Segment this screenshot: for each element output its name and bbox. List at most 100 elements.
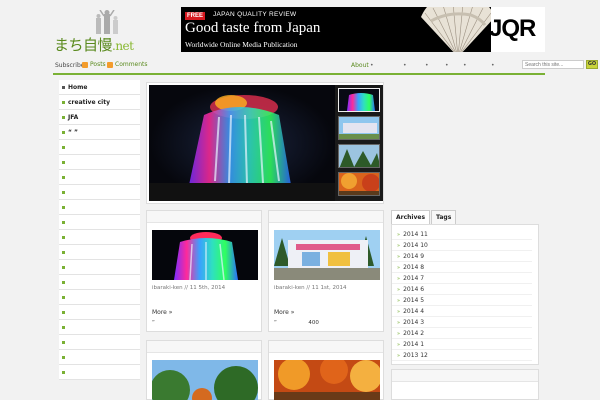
featured-main-image[interactable] [149,85,335,201]
featured-thumb[interactable] [338,116,380,140]
bullet-icon: » [397,243,401,249]
sidebar-item[interactable] [59,365,140,380]
archive-label: 2014 4 [403,308,425,315]
bullet-icon [62,236,65,239]
ad-banner[interactable]: FREE JAPAN QUALITY REVIEW Good taste fro… [181,7,545,52]
bullet-icon [62,371,65,374]
bullet-icon: » [397,320,401,326]
bullet-icon: » [397,342,401,348]
bullet-icon [62,296,65,299]
nav-item[interactable]: • [370,62,374,69]
logo-figures-icon [96,10,118,34]
tab-archives[interactable]: Archives [391,210,431,224]
archive-label: 2013 12 [403,352,428,359]
sidebar-item[interactable] [59,275,140,290]
sidebar-item[interactable]: JFA [59,110,140,125]
sidebar-widget [391,369,539,400]
sidebar-item[interactable] [59,230,140,245]
site-logo[interactable]: まち自慢.net [54,10,150,54]
sidebar-item[interactable] [59,320,140,335]
featured-thumb[interactable] [338,144,380,168]
ad-free-badge: FREE [185,12,206,20]
posts-feed-link[interactable]: Posts [82,61,106,68]
sidebar-item[interactable] [59,335,140,350]
archive-link[interactable]: » 2014 2 [392,328,532,339]
archive-link[interactable]: » 2014 11 [392,229,532,240]
sidebar-item-label: JFA [68,114,79,121]
post-card: ibaraki-ken // 11 5th, 2014 More » “ [146,210,262,332]
archive-link[interactable]: » 2014 5 [392,295,532,306]
bullet-icon: » [397,232,401,238]
archive-label: 2014 3 [403,319,425,326]
featured-thumb[interactable] [338,172,380,196]
featured-thumb[interactable] [338,88,380,112]
sidebar-item[interactable] [59,260,140,275]
tab-tags[interactable]: Tags [431,210,457,224]
logo-text: まち自慢 [54,36,113,54]
sidebar-item-label: Home [68,84,88,91]
post-thumbnail[interactable] [152,230,258,280]
sidebar-item[interactable] [59,200,140,215]
bullet-icon [62,341,65,344]
sidebar-item[interactable]: Home [59,80,140,95]
archive-link[interactable]: » 2014 6 [392,284,532,295]
comments-feed-link[interactable]: Comments [107,61,148,68]
rss-icon [107,61,113,68]
sidebar-item[interactable] [59,215,140,230]
nav-item[interactable]: • [445,62,449,69]
sidebar-item[interactable] [59,305,140,320]
nav-item[interactable]: • [463,62,467,69]
search-input[interactable] [522,60,584,69]
site-header: まち自慢.net FREE JAPAN QUALITY REVIEW Good … [0,0,600,58]
bullet-icon: » [397,254,401,260]
post-thumbnail[interactable] [274,230,380,280]
nav-item[interactable]: • [491,62,495,69]
search-go-button[interactable]: GO [586,60,598,69]
sidebar-item[interactable] [59,290,140,305]
bullet-icon [62,356,65,359]
post-meta: ibaraki-ken // 11 1st, 2014 [274,285,347,291]
ad-tagline: Worldwide Online Media Publication [185,40,298,49]
sidebar-item[interactable] [59,140,140,155]
archive-link[interactable]: » 2014 4 [392,306,532,317]
bullet-icon [62,206,65,209]
nav-about-link[interactable]: About [351,62,369,69]
post-thumbnail[interactable] [274,360,380,400]
folding-fan-icon [421,7,495,52]
archive-label: 2014 2 [403,330,425,337]
featured-slider[interactable] [146,82,384,204]
archive-link[interactable]: » 2014 10 [392,240,532,251]
post-thumbnail[interactable] [152,360,258,400]
archive-link[interactable]: » 2014 3 [392,317,532,328]
archive-link[interactable]: » 2014 8 [392,262,532,273]
sidebar-item[interactable] [59,245,140,260]
sidebar-item[interactable]: “ ” [59,125,140,140]
ad-headline: Good taste from Japan [185,20,321,36]
archive-label: 2014 10 [403,242,428,249]
archive-link[interactable]: » 2014 9 [392,251,532,262]
nav-item[interactable]: • [425,62,429,69]
bullet-icon [62,176,65,179]
illuminated-waterfall-image [149,95,335,201]
sidebar-item-label: creative city [68,99,111,106]
sidebar-item[interactable] [59,170,140,185]
post-card [146,340,262,400]
bullet-icon: » [397,309,401,315]
post-title-bar [269,341,383,353]
bullet-icon: » [397,298,401,304]
sidebar-item[interactable] [59,185,140,200]
more-link[interactable]: More » [152,309,172,316]
bullet-icon [62,251,65,254]
widget-tabs: Archives Tags [391,210,457,224]
archive-link[interactable]: » 2013 12 [392,350,532,361]
archive-link[interactable]: » 2014 1 [392,339,532,350]
more-link[interactable]: More » [274,309,294,316]
archive-link[interactable]: » 2014 7 [392,273,532,284]
bullet-icon [62,146,65,149]
sidebar-item[interactable] [59,350,140,365]
nav-item[interactable]: • [403,62,407,69]
sidebar-item[interactable] [59,155,140,170]
post-title-bar [147,211,261,223]
archive-label: 2014 5 [403,297,425,304]
sidebar-item[interactable]: creative city [59,95,140,110]
